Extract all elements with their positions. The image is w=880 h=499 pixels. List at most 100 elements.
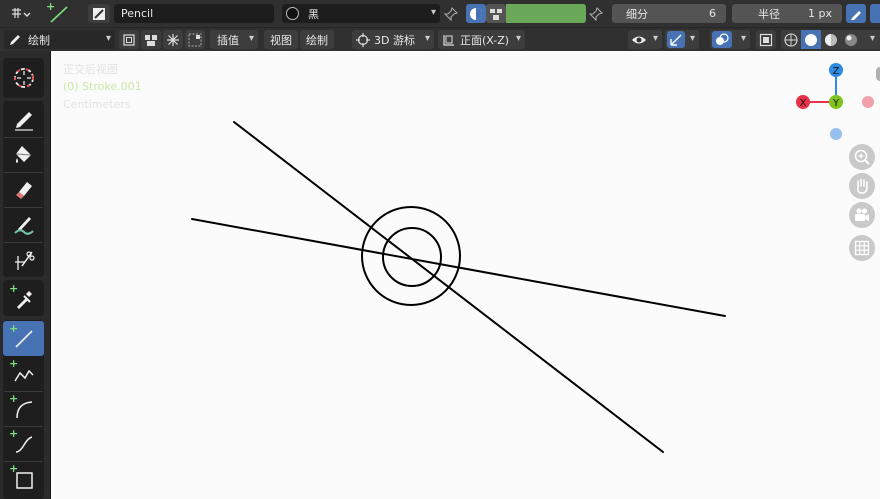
- stroke-circle-inner: [382, 227, 442, 287]
- polyline-tool[interactable]: +: [3, 356, 44, 391]
- radius-value: 1 px: [808, 7, 832, 20]
- cursor-tool[interactable]: [3, 60, 44, 95]
- arc-tool[interactable]: +: [3, 391, 44, 426]
- cursor-tool-icon: [13, 67, 34, 88]
- cutter-tool[interactable]: [3, 242, 44, 277]
- interpolate-menu[interactable]: 插值 ▾: [210, 30, 258, 49]
- material-shading-icon[interactable]: [821, 30, 841, 49]
- overlays-toggle-icon: [712, 31, 732, 48]
- axis-neg-z-icon[interactable]: [830, 128, 842, 140]
- mode-selector[interactable]: 绘制 ▾: [4, 30, 115, 49]
- tint-brush-icon: [13, 216, 34, 235]
- subdivide-label: 细分: [626, 7, 648, 21]
- tint-tool[interactable]: [3, 207, 44, 242]
- axis-y-label: Y: [832, 98, 840, 109]
- draw-menu[interactable]: 绘制: [300, 30, 334, 49]
- visibility-menu[interactable]: ▾: [628, 30, 662, 49]
- box-tool[interactable]: +: [3, 461, 44, 496]
- tool-header: + Pencil 黑 ▾ 细分 6 半径 1 px: [0, 0, 880, 27]
- pin-icon[interactable]: [586, 4, 606, 23]
- cursor-placement-menu[interactable]: 3D 游标 ▾: [352, 30, 434, 49]
- snowflake-icon[interactable]: [163, 30, 183, 49]
- editor-type-icon: [12, 7, 31, 18]
- toolbar: + + + + + +: [0, 51, 50, 499]
- material-name: 黑: [308, 7, 319, 21]
- draw-tool[interactable]: [3, 102, 44, 137]
- erase-tool[interactable]: [3, 172, 44, 207]
- zoom-button[interactable]: [849, 144, 875, 170]
- camera-view-button[interactable]: [849, 202, 875, 228]
- eyedropper-tool[interactable]: +: [3, 281, 44, 316]
- fill-tool[interactable]: [3, 137, 44, 172]
- overlays-menu[interactable]: ▾: [710, 30, 750, 49]
- grease-pencil-strokes: [191, 121, 726, 453]
- subdivide-field[interactable]: 细分 6: [612, 4, 726, 23]
- orientation-label: 正面(X-Z): [460, 33, 510, 47]
- front-plane-icon: [443, 34, 454, 46]
- axis-z-label: Z: [833, 66, 840, 77]
- brush-name-field[interactable]: Pencil: [114, 4, 274, 23]
- eraser-icon: [15, 181, 32, 199]
- cursor-target-icon: [356, 32, 370, 47]
- cutter-scissors-icon: [14, 250, 35, 270]
- line-tool[interactable]: +: [3, 321, 44, 356]
- wireframe-shading-icon[interactable]: [781, 30, 801, 49]
- chevron-down-icon: ▾: [515, 33, 521, 44]
- chevron-down-icon: ▾: [105, 33, 111, 44]
- region-toggle-tab[interactable]: [876, 67, 880, 81]
- multiframe-icon[interactable]: [119, 30, 139, 49]
- pan-button[interactable]: [849, 173, 875, 199]
- eye-icon: [632, 36, 646, 43]
- material-selector[interactable]: 黑 ▾: [282, 4, 440, 23]
- texture-mode-icon[interactable]: [486, 4, 506, 23]
- gizmo-toggle-icon: [667, 31, 685, 48]
- chevron-down-icon: ▾: [652, 33, 658, 44]
- ortho-toggle-button[interactable]: [849, 235, 875, 261]
- draw-label: 绘制: [306, 33, 328, 47]
- cursor-label: 3D 游标: [374, 33, 415, 47]
- svg-text:+: +: [46, 0, 55, 13]
- pencil-brush-icon: [14, 111, 33, 131]
- chevron-down-icon: ▾: [424, 33, 430, 44]
- axis-x-label: X: [800, 98, 807, 109]
- color-mode-icon[interactable]: [466, 4, 486, 23]
- view-menu[interactable]: 视图: [264, 30, 298, 49]
- solid-shading-icon[interactable]: [801, 30, 821, 49]
- material-circle-icon: [286, 7, 299, 20]
- shading-options-menu[interactable]: ▾: [861, 30, 880, 49]
- axis-neg-x-icon[interactable]: [862, 96, 874, 108]
- editor-type-menu[interactable]: [4, 3, 36, 24]
- subdivide-value: 6: [709, 7, 716, 20]
- viewport-header: 绘制 ▾ 插值 ▾ 视图 绘制 3D 游标 ▾ 正面(X-Z) ▾ ▾ ▾ ▾ …: [0, 27, 880, 51]
- xray-icon[interactable]: [756, 30, 776, 49]
- chevron-down-icon: ▾: [430, 7, 436, 18]
- radius-label: 半径: [758, 7, 780, 21]
- view-label: 视图: [270, 33, 292, 47]
- camera-icon: [855, 208, 869, 221]
- orientation-menu[interactable]: 正面(X-Z) ▾: [438, 30, 525, 49]
- chevron-down-icon: ▾: [740, 33, 746, 44]
- grid-icon: [854, 240, 870, 256]
- chevron-down-icon: ▾: [248, 33, 254, 44]
- header-overflow-button[interactable]: [870, 4, 880, 23]
- chevron-down-icon: ▾: [689, 33, 695, 44]
- color-swatch[interactable]: [506, 4, 586, 23]
- mode-label: 绘制: [28, 33, 50, 47]
- 3d-viewport[interactable]: 正交后视图 (0) Stroke.001 Centimeters Z X Y: [50, 51, 880, 499]
- pencil-icon: [10, 34, 20, 45]
- chevron-down-icon: ▾: [869, 33, 875, 44]
- hand-icon: [857, 178, 868, 194]
- fill-bucket-icon: [15, 145, 31, 163]
- guides-icon[interactable]: [185, 30, 205, 49]
- brush-icon[interactable]: [88, 4, 110, 23]
- autolock-layers-icon[interactable]: [141, 30, 161, 49]
- zoom-icon: [854, 149, 870, 165]
- line-tool-header-icon: +: [42, 0, 72, 26]
- radius-field[interactable]: 半径 1 px: [732, 4, 842, 23]
- brush-name: Pencil: [121, 7, 154, 20]
- pressure-pen-icon[interactable]: [846, 4, 866, 23]
- gizmo-menu[interactable]: ▾: [665, 30, 699, 49]
- pin-icon[interactable]: [441, 4, 461, 23]
- rendered-shading-icon[interactable]: [841, 30, 861, 49]
- curve-tool[interactable]: +: [3, 426, 44, 461]
